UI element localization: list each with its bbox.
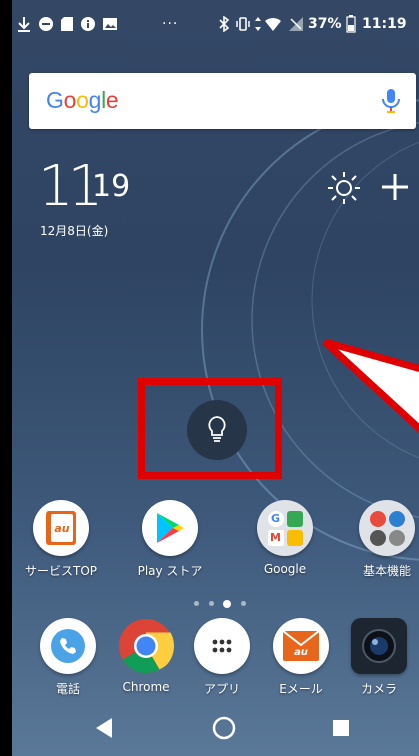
app-drawer[interactable]: アプリ [177, 618, 267, 697]
page-dot [209, 601, 214, 606]
page-dot [194, 601, 199, 606]
app-google-folder[interactable]: G M Google [240, 500, 330, 576]
app-label: Eメール [279, 682, 323, 696]
navigation-bar [12, 700, 419, 756]
app-label: Play ストア [137, 564, 203, 578]
app-label: 基本機能 [362, 564, 411, 578]
app-play-store[interactable]: Play ストア [125, 500, 215, 579]
home-button[interactable] [210, 714, 238, 742]
page-dot-active [223, 600, 231, 608]
app-label: カメラ [360, 682, 397, 696]
home-icon [212, 716, 236, 740]
app-email[interactable]: au Eメール [256, 618, 346, 697]
email-icon: au [273, 618, 329, 674]
chrome-icon [118, 618, 174, 674]
app-phone[interactable]: 電話 [23, 618, 113, 697]
app-label: 電話 [55, 682, 80, 696]
back-button[interactable] [90, 714, 118, 742]
home-screen: ··· 37% 11:19 Google 11 19 12月8日(金) au サ… [12, 0, 419, 756]
page-indicator [12, 598, 419, 610]
app-service-top[interactable]: au サービスTOP [16, 500, 106, 579]
app-drawer-icon [194, 618, 250, 674]
app-basic-functions[interactable]: 基本機能 [342, 500, 419, 579]
app-label: Google [263, 562, 307, 576]
au-icon: au [33, 500, 89, 556]
recents-button[interactable] [327, 714, 355, 742]
app-camera[interactable]: カメラ [334, 618, 419, 697]
app-label: サービスTOP [24, 564, 97, 578]
basic-functions-folder-icon [359, 500, 415, 556]
phone-icon [40, 618, 96, 674]
play-store-icon [142, 500, 198, 556]
recents-icon [333, 720, 349, 736]
camera-icon [351, 618, 407, 674]
google-folder-icon: G M [257, 500, 313, 556]
back-icon [96, 718, 112, 738]
app-label: アプリ [203, 682, 240, 696]
page-dot [241, 601, 246, 606]
